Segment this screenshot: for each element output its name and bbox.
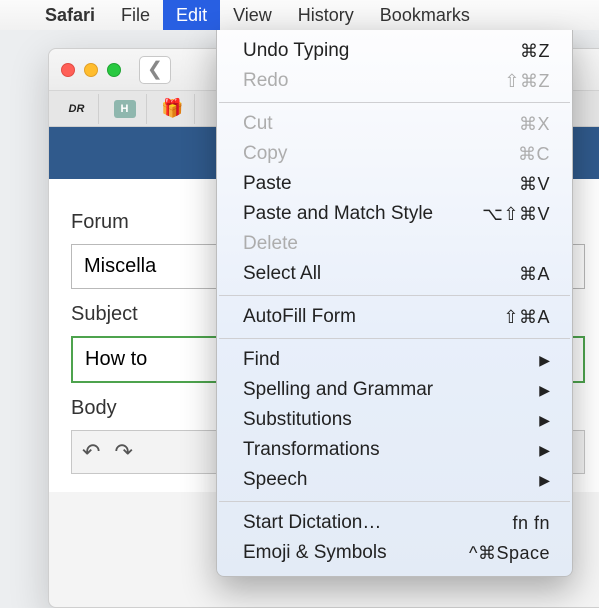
menu-item-shortcut: fn fn — [512, 513, 550, 534]
menu-item-shortcut: ⌘Z — [520, 41, 550, 62]
menu-item-delete: Delete — [217, 229, 572, 259]
edit-menu-dropdown: Undo Typing ⌘Z Redo ⇧⌘Z Cut ⌘X Copy ⌘C P… — [216, 30, 573, 577]
menu-item-label: Cut — [243, 113, 273, 135]
menu-item-label: Emoji & Symbols — [243, 542, 387, 564]
tab-icon-dr: DR — [66, 100, 88, 118]
menubar-item-view[interactable]: View — [220, 0, 285, 30]
menu-item-label: AutoFill Form — [243, 306, 356, 328]
tab-2[interactable]: H — [103, 94, 147, 124]
tab-1[interactable]: DR — [55, 94, 99, 124]
menu-separator — [219, 102, 570, 103]
chevron-right-icon: ▶ — [539, 442, 550, 459]
menu-separator — [219, 295, 570, 296]
chevron-right-icon: ▶ — [539, 412, 550, 429]
menu-separator — [219, 501, 570, 502]
menu-item-undo-typing[interactable]: Undo Typing ⌘Z — [217, 36, 572, 66]
menu-item-shortcut: ⌘X — [519, 114, 550, 135]
menubar-item-edit[interactable]: Edit — [163, 0, 220, 30]
menu-item-label: Paste and Match Style — [243, 203, 433, 225]
menu-item-label: Undo Typing — [243, 40, 349, 62]
chevron-left-icon: ❮ — [147, 58, 163, 81]
close-window-button[interactable] — [61, 63, 75, 77]
menu-item-paste-match-style[interactable]: Paste and Match Style ⌥⇧⌘V — [217, 199, 572, 229]
maximize-window-button[interactable] — [107, 63, 121, 77]
menu-item-shortcut: ⌥⇧⌘V — [482, 204, 550, 225]
menubar: Safari File Edit View History Bookmarks — [0, 0, 599, 30]
menu-item-label: Redo — [243, 70, 288, 92]
menu-item-redo: Redo ⇧⌘Z — [217, 66, 572, 96]
undo-icon[interactable]: ↶ — [82, 439, 100, 465]
menubar-item-file[interactable]: File — [108, 0, 163, 30]
menu-item-cut: Cut ⌘X — [217, 109, 572, 139]
menu-item-spelling-grammar[interactable]: Spelling and Grammar ▶ — [217, 375, 572, 405]
menu-item-label: Delete — [243, 233, 298, 255]
menu-item-label: Find — [243, 349, 280, 371]
menu-item-label: Substitutions — [243, 409, 352, 431]
menubar-item-history[interactable]: History — [285, 0, 367, 30]
menubar-item-bookmarks[interactable]: Bookmarks — [367, 0, 483, 30]
menu-item-substitutions[interactable]: Substitutions ▶ — [217, 405, 572, 435]
menu-item-emoji-symbols[interactable]: Emoji & Symbols ^⌘Space — [217, 538, 572, 568]
tab-icon-h: H — [114, 100, 136, 118]
gift-icon: 🎁 — [162, 100, 184, 118]
chevron-right-icon: ▶ — [539, 352, 550, 369]
menu-item-paste[interactable]: Paste ⌘V — [217, 169, 572, 199]
menu-item-label: Select All — [243, 263, 321, 285]
menu-item-shortcut: ⇧⌘Z — [504, 71, 550, 92]
menu-item-label: Start Dictation… — [243, 512, 381, 534]
back-button[interactable]: ❮ — [139, 56, 171, 84]
chevron-right-icon: ▶ — [539, 382, 550, 399]
menu-item-label: Speech — [243, 469, 307, 491]
menubar-app-name[interactable]: Safari — [32, 0, 108, 30]
menu-item-select-all[interactable]: Select All ⌘A — [217, 259, 572, 289]
redo-icon[interactable]: ↷ — [114, 439, 132, 465]
menu-separator — [219, 338, 570, 339]
window-controls — [61, 63, 121, 77]
menu-item-shortcut: ⇧⌘A — [503, 307, 550, 328]
menu-item-autofill-form[interactable]: AutoFill Form ⇧⌘A — [217, 302, 572, 332]
menu-item-copy: Copy ⌘C — [217, 139, 572, 169]
menu-item-label: Copy — [243, 143, 287, 165]
menu-item-shortcut: ^⌘Space — [469, 543, 550, 564]
menu-item-transformations[interactable]: Transformations ▶ — [217, 435, 572, 465]
chevron-right-icon: ▶ — [539, 472, 550, 489]
menu-item-label: Paste — [243, 173, 292, 195]
menu-item-shortcut: ⌘V — [519, 174, 550, 195]
menu-item-find[interactable]: Find ▶ — [217, 345, 572, 375]
tab-3[interactable]: 🎁 — [151, 94, 195, 124]
menu-item-label: Transformations — [243, 439, 380, 461]
menu-item-start-dictation[interactable]: Start Dictation… fn fn — [217, 508, 572, 538]
menu-item-label: Spelling and Grammar — [243, 379, 433, 401]
minimize-window-button[interactable] — [84, 63, 98, 77]
menu-item-speech[interactable]: Speech ▶ — [217, 465, 572, 495]
menu-item-shortcut: ⌘A — [519, 264, 550, 285]
menu-item-shortcut: ⌘C — [518, 144, 550, 165]
